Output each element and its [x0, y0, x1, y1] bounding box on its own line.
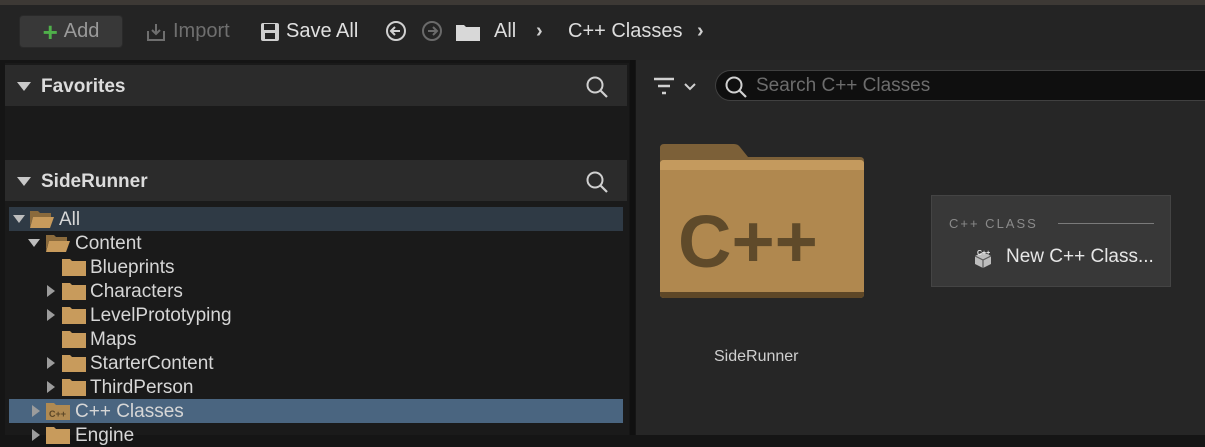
- tree-item-label: ThirdPerson: [90, 377, 194, 398]
- search-icon: [725, 76, 747, 98]
- menu-section-header: C++ CLASS: [949, 216, 1038, 231]
- folder-icon: [62, 355, 86, 372]
- open-folder-icon: [46, 235, 70, 252]
- menu-section-divider: [1058, 223, 1154, 224]
- tree-item-label: C++ Classes: [75, 401, 184, 422]
- import-icon: [147, 23, 165, 41]
- tree-item-label: LevelPrototyping: [90, 305, 232, 326]
- tree-item-levelprototyping[interactable]: LevelPrototyping: [9, 303, 623, 327]
- tree-item-content[interactable]: Content: [9, 231, 623, 255]
- folder-icon: [46, 427, 70, 444]
- svg-text:C++: C++: [49, 409, 66, 419]
- expand-arrow-icon[interactable]: [32, 429, 40, 441]
- tree-item-all[interactable]: All: [9, 207, 623, 231]
- save-all-label: Save All: [286, 20, 359, 42]
- save-icon: [261, 22, 279, 41]
- tree-item-blueprints[interactable]: Blueprints: [9, 255, 623, 279]
- add-button-label: Add: [63, 20, 100, 42]
- search-icon[interactable]: [585, 170, 609, 194]
- svg-text:C++: C++: [977, 250, 990, 257]
- folder-icon: [62, 283, 86, 300]
- tree-item-label: StarterContent: [90, 353, 214, 374]
- breadcrumb-separator-icon[interactable]: ›: [697, 20, 704, 43]
- forward-arrow-icon[interactable]: [421, 20, 443, 42]
- folder-icon: [456, 25, 480, 41]
- breadcrumb-separator-icon[interactable]: ›: [536, 20, 543, 43]
- expand-arrow-icon[interactable]: [47, 309, 55, 321]
- new-cpp-class-menu-item[interactable]: New C++ Class...: [1006, 246, 1154, 268]
- tree-item-characters[interactable]: Characters: [9, 279, 623, 303]
- cpp-folder-tile-icon[interactable]: C++: [658, 142, 868, 302]
- add-button[interactable]: + Add: [19, 15, 123, 48]
- expand-arrow-icon[interactable]: [47, 357, 55, 369]
- import-button-label: Import: [173, 20, 230, 42]
- import-button[interactable]: Import: [145, 20, 230, 43]
- favorites-title: Favorites: [41, 76, 126, 97]
- tree-item-label: Engine: [75, 425, 135, 446]
- cpp-class-icon: C++: [974, 250, 992, 268]
- panel-splitter[interactable]: [630, 60, 635, 435]
- favorites-header[interactable]: Favorites: [5, 65, 627, 107]
- filter-icon[interactable]: [652, 76, 700, 98]
- project-header[interactable]: SideRunner: [5, 160, 627, 202]
- favorites-list: [5, 106, 627, 160]
- folder-icon: [62, 259, 86, 276]
- tree-item-engine[interactable]: Engine: [9, 423, 623, 447]
- tree-item-label: Maps: [90, 329, 137, 350]
- project-title: SideRunner: [41, 171, 148, 192]
- folder-tree: All Content Blueprints Characters LevelP…: [5, 201, 627, 446]
- tree-item-label: Blueprints: [90, 257, 175, 278]
- folder-icon: [62, 307, 86, 324]
- save-all-button[interactable]: Save All: [260, 20, 358, 43]
- expand-arrow-icon[interactable]: [13, 215, 25, 223]
- breadcrumb-all[interactable]: All: [494, 20, 516, 43]
- asset-view: Search C++ Classes C++ SideRunner C++ CL…: [636, 60, 1205, 435]
- breadcrumb-cpp-classes[interactable]: C++ Classes: [568, 20, 683, 43]
- context-menu: C++ CLASS C++ New C++ Class...: [931, 195, 1171, 287]
- search-icon[interactable]: [585, 75, 609, 99]
- tree-item-startercontent[interactable]: StarterContent: [9, 351, 623, 375]
- folder-tile-label[interactable]: SideRunner: [714, 348, 799, 366]
- back-arrow-icon[interactable]: [385, 20, 407, 42]
- search-placeholder: Search C++ Classes: [756, 75, 931, 96]
- plus-icon: +: [42, 16, 58, 47]
- folder-glyph: C++: [678, 200, 818, 283]
- expand-arrow-icon[interactable]: [47, 285, 55, 297]
- collapse-arrow-icon[interactable]: [17, 82, 31, 91]
- open-folder-icon: [30, 211, 54, 228]
- tree-item-label: All: [59, 209, 81, 230]
- tree-item-label: Content: [75, 233, 142, 254]
- tree-item-cpp-classes[interactable]: C++ C++ Classes: [9, 399, 623, 423]
- tree-item-label: Characters: [90, 281, 183, 302]
- folder-icon: [62, 331, 86, 348]
- expand-arrow-icon[interactable]: [32, 405, 40, 417]
- expand-arrow-icon[interactable]: [28, 239, 40, 247]
- search-input[interactable]: Search C++ Classes: [715, 70, 1205, 101]
- cpp-folder-icon: C++: [46, 403, 70, 420]
- expand-arrow-icon[interactable]: [47, 381, 55, 393]
- content-browser-toolbar: + Add Import Save All All › C++ Classes …: [0, 5, 1205, 60]
- tree-item-thirdperson[interactable]: ThirdPerson: [9, 375, 623, 399]
- collapse-arrow-icon[interactable]: [17, 177, 31, 186]
- folder-icon: [62, 379, 86, 396]
- tree-item-maps[interactable]: Maps: [9, 327, 623, 351]
